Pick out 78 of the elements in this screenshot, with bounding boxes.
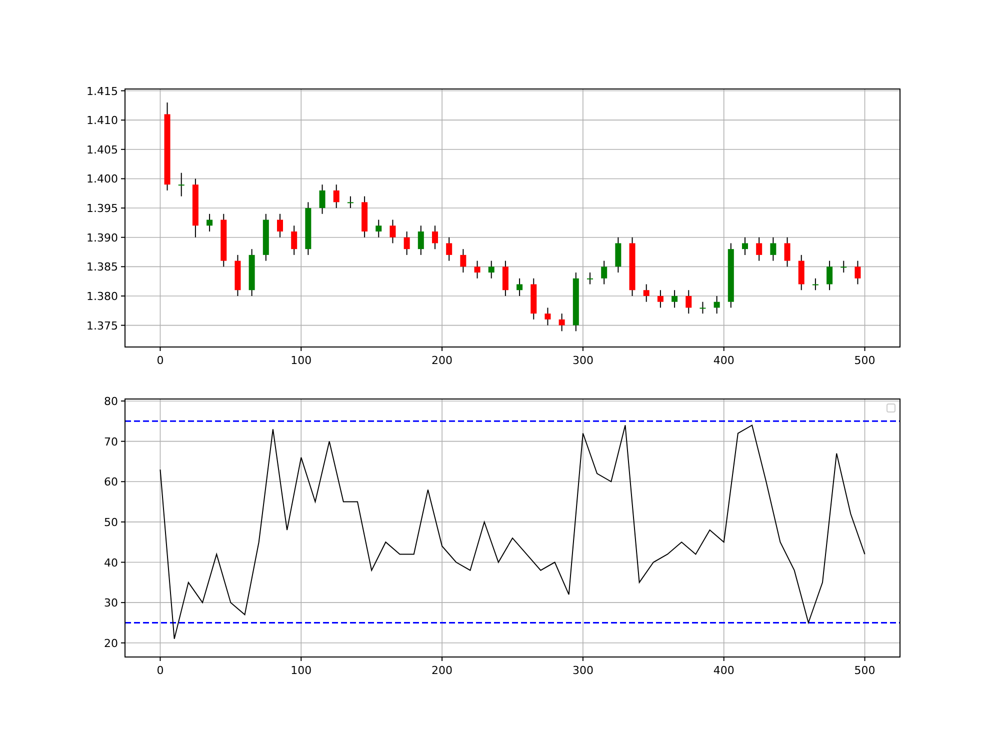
candle — [798, 254, 804, 291]
candle — [206, 213, 213, 232]
candle — [840, 260, 847, 274]
y-tick-label: 1.415 — [86, 84, 118, 98]
candle — [826, 260, 833, 291]
candle — [742, 236, 748, 256]
candle — [418, 225, 424, 256]
x-tick-label: 400 — [713, 354, 734, 367]
candle — [488, 260, 494, 279]
y-tick-label: 1.410 — [86, 114, 118, 128]
y-tick-label: 1.380 — [86, 290, 118, 303]
x-tick-label: 300 — [572, 664, 594, 677]
y-tick-label: 1.400 — [86, 172, 118, 186]
y-tick-label: 30 — [104, 596, 118, 610]
candle — [700, 301, 706, 314]
candle — [432, 225, 438, 250]
candle — [572, 272, 579, 332]
y-tick-label: 20 — [104, 636, 118, 650]
x-tick-label: 400 — [713, 664, 734, 677]
candle — [248, 248, 255, 296]
candle — [530, 278, 537, 320]
candle — [784, 236, 790, 268]
candle — [291, 225, 298, 256]
candle — [672, 290, 678, 308]
legend-box — [886, 404, 896, 412]
candle — [714, 295, 720, 314]
candle — [812, 278, 818, 291]
candle — [305, 202, 312, 256]
y-tick-label: 1.390 — [86, 231, 118, 244]
x-tick-label: 100 — [290, 664, 312, 677]
x-tick-label: 200 — [432, 664, 453, 677]
y-tick-label: 50 — [104, 516, 118, 529]
candle — [558, 313, 565, 332]
candle — [854, 260, 861, 285]
x-tick-label: 500 — [854, 664, 876, 677]
candle — [178, 172, 184, 197]
candle — [460, 248, 466, 274]
y-tick-label: 60 — [104, 476, 118, 489]
x-tick-label: 300 — [572, 354, 594, 367]
candle — [615, 236, 622, 274]
candle — [686, 290, 692, 314]
x-tick-label: 500 — [854, 354, 876, 367]
candle — [362, 196, 368, 238]
candle — [277, 213, 283, 238]
candle — [516, 278, 523, 296]
y-tick-label: 40 — [104, 556, 118, 570]
x-tick-label: 200 — [432, 354, 453, 367]
candle — [756, 236, 762, 262]
candle — [220, 213, 227, 268]
candle — [192, 178, 198, 238]
candle — [262, 213, 269, 262]
x-tick-label: 0 — [156, 354, 164, 367]
y-tick-label: 1.375 — [86, 319, 118, 332]
candle — [347, 196, 354, 209]
x-tick-label: 0 — [156, 664, 164, 677]
candle — [319, 184, 326, 214]
candle — [404, 230, 410, 256]
candle — [601, 260, 608, 285]
candle — [376, 219, 382, 238]
candle — [446, 236, 452, 262]
candle — [474, 260, 480, 279]
candle — [643, 284, 650, 302]
candle — [390, 219, 396, 244]
candle — [629, 236, 636, 296]
candle — [728, 242, 734, 308]
candle — [770, 236, 776, 262]
candle — [333, 184, 340, 209]
y-tick-label: 1.405 — [86, 143, 118, 156]
candle — [587, 272, 593, 285]
candle — [657, 290, 664, 308]
candle — [502, 260, 508, 296]
candle — [234, 254, 241, 296]
y-tick-label: 70 — [104, 435, 118, 448]
candle — [544, 307, 551, 326]
y-tick-label: 1.385 — [86, 260, 118, 274]
x-tick-label: 100 — [290, 354, 312, 367]
y-tick-label: 1.395 — [86, 202, 118, 216]
y-tick-label: 80 — [104, 395, 118, 408]
